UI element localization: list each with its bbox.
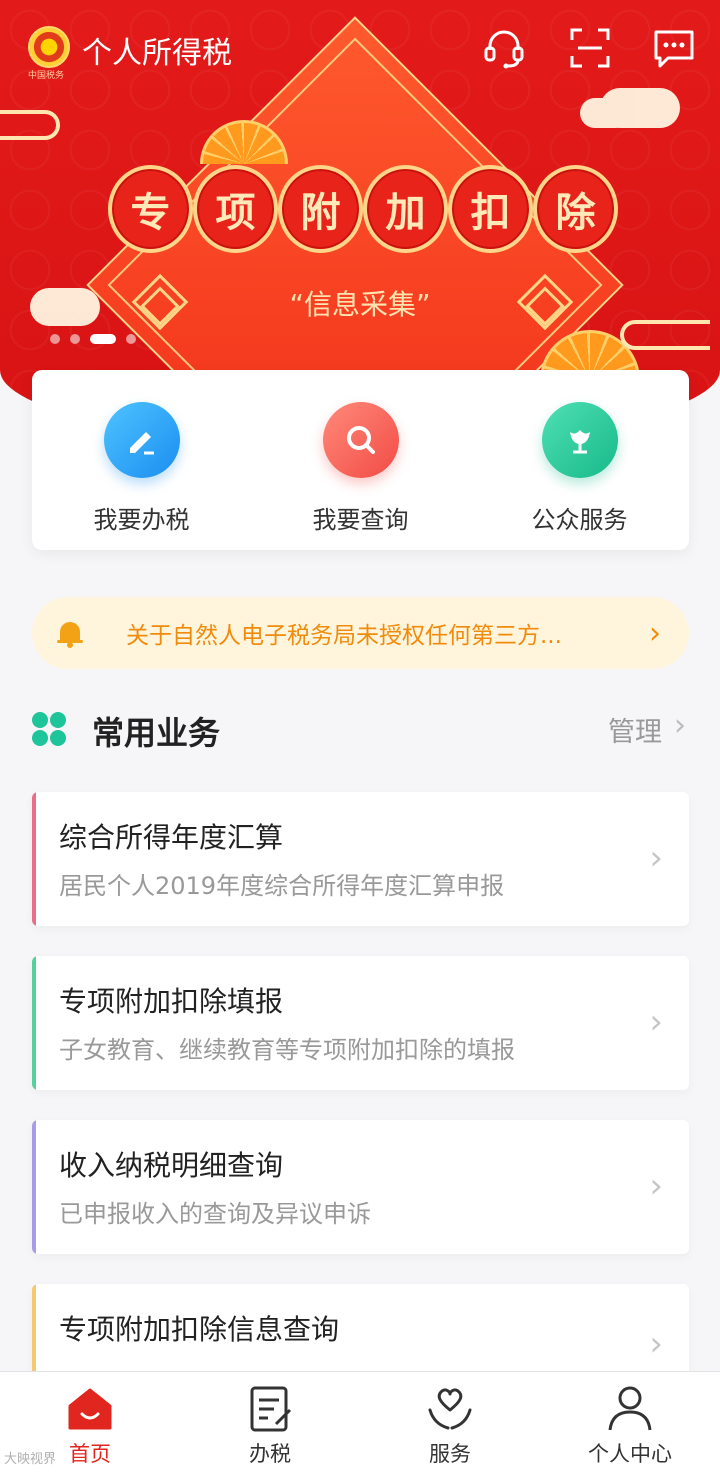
- carousel-dot[interactable]: [50, 334, 60, 344]
- banner-char: 项: [193, 165, 278, 253]
- chevron-right-icon: ›: [649, 615, 661, 651]
- quick-action-label: 公众服务: [531, 506, 628, 534]
- quick-action-label: 我要查询: [312, 506, 409, 534]
- card-title: 综合所得年度汇算: [59, 821, 284, 854]
- banner-char: 附: [278, 165, 363, 253]
- chevron-right-icon: ›: [649, 1166, 663, 1206]
- magnifier-icon: [322, 402, 399, 478]
- card-title: 专项附加扣除信息查询: [59, 1313, 340, 1346]
- form-icon: [250, 1386, 292, 1432]
- tulip-icon: [541, 402, 618, 478]
- nav-label: 首页: [69, 1442, 111, 1466]
- quick-action-public-service[interactable]: 公众服务: [470, 370, 689, 550]
- card-accent-bar: [32, 1120, 36, 1254]
- top-bar: 中国税务 个人所得税: [0, 20, 720, 81]
- banner-char: 专: [108, 165, 193, 253]
- service-card-deduction-filing[interactable]: 专项附加扣除填报 子女教育、继续教育等专项附加扣除的填报 ›: [32, 956, 689, 1090]
- carousel-dot[interactable]: [126, 334, 136, 344]
- banner-headline: 专 项 附 加 扣 除: [108, 165, 618, 255]
- banner-subtitle: “信息采集”: [289, 288, 431, 321]
- app-title: 个人所得税: [82, 36, 232, 71]
- card-subtitle: 已申报收入的查询及异议申诉: [59, 1200, 371, 1228]
- emblem-caption: 中国税务: [28, 71, 65, 81]
- card-subtitle: 居民个人2019年度综合所得年度汇算申报: [59, 872, 505, 900]
- notice-text: 关于自然人电子税务局未授权任何第三方...: [126, 623, 562, 649]
- swirl-decoration: [620, 320, 710, 350]
- card-title: 收入纳税明细查询: [59, 1149, 284, 1182]
- scan-icon[interactable]: [568, 26, 612, 70]
- carousel-indicator: [50, 334, 136, 344]
- nav-item-profile[interactable]: 个人中心: [540, 1372, 720, 1473]
- carousel-dot[interactable]: [70, 334, 80, 344]
- service-card-income-query[interactable]: 收入纳税明细查询 已申报收入的查询及异议申诉 ›: [32, 1120, 689, 1254]
- card-accent-bar: [32, 956, 36, 1090]
- watermark: 大映视界: [4, 1452, 57, 1467]
- nav-label: 个人中心: [588, 1442, 672, 1466]
- pencil-icon: [103, 402, 180, 478]
- clover-icon: [32, 712, 66, 746]
- tax-emblem-logo: [28, 26, 70, 68]
- quick-action-tax[interactable]: 我要办税: [32, 370, 251, 550]
- person-icon: [608, 1386, 652, 1431]
- swirl-decoration: [0, 110, 60, 140]
- common-services-header: 常用业务 管理 ›: [32, 700, 692, 756]
- bell-icon: [57, 622, 83, 648]
- home-icon: [68, 1388, 112, 1430]
- chevron-right-icon: ›: [649, 838, 663, 878]
- banner-char: 加: [363, 165, 448, 253]
- nav-label: 服务: [429, 1442, 471, 1466]
- card-subtitle: 子女教育、继续教育等专项附加扣除的填报: [59, 1036, 515, 1064]
- manage-link[interactable]: 管理: [608, 710, 662, 749]
- carousel-dot-active[interactable]: [90, 334, 116, 344]
- nav-item-service[interactable]: 服务: [360, 1372, 540, 1473]
- chevron-right-icon: ›: [649, 1002, 663, 1042]
- quick-action-query[interactable]: 我要查询: [251, 370, 470, 550]
- card-accent-bar: [32, 792, 36, 926]
- chevron-right-icon: ›: [649, 1324, 663, 1364]
- service-card-annual-settlement[interactable]: 综合所得年度汇算 居民个人2019年度综合所得年度汇算申报 ›: [32, 792, 689, 926]
- card-title: 专项附加扣除填报: [59, 985, 284, 1018]
- quick-actions-panel: 我要办税 我要查询 公众服务: [32, 370, 689, 550]
- nav-label: 办税: [249, 1442, 291, 1466]
- section-title: 常用业务: [92, 714, 221, 752]
- nav-item-tax[interactable]: 办税: [180, 1372, 360, 1473]
- chevron-right-icon[interactable]: ›: [674, 708, 686, 743]
- quick-action-label: 我要办税: [93, 506, 190, 534]
- notice-bar[interactable]: 关于自然人电子税务局未授权任何第三方... ›: [32, 597, 689, 669]
- cloud-decoration: [30, 288, 100, 326]
- cloud-decoration: [580, 88, 680, 128]
- message-icon[interactable]: [652, 26, 696, 70]
- banner-char: 除: [533, 165, 618, 253]
- heart-hands-icon: [428, 1388, 472, 1430]
- headset-icon[interactable]: [482, 26, 526, 70]
- banner-char: 扣: [448, 165, 533, 253]
- bottom-navigation: 首页 办税 服务 个人中心: [0, 1371, 720, 1473]
